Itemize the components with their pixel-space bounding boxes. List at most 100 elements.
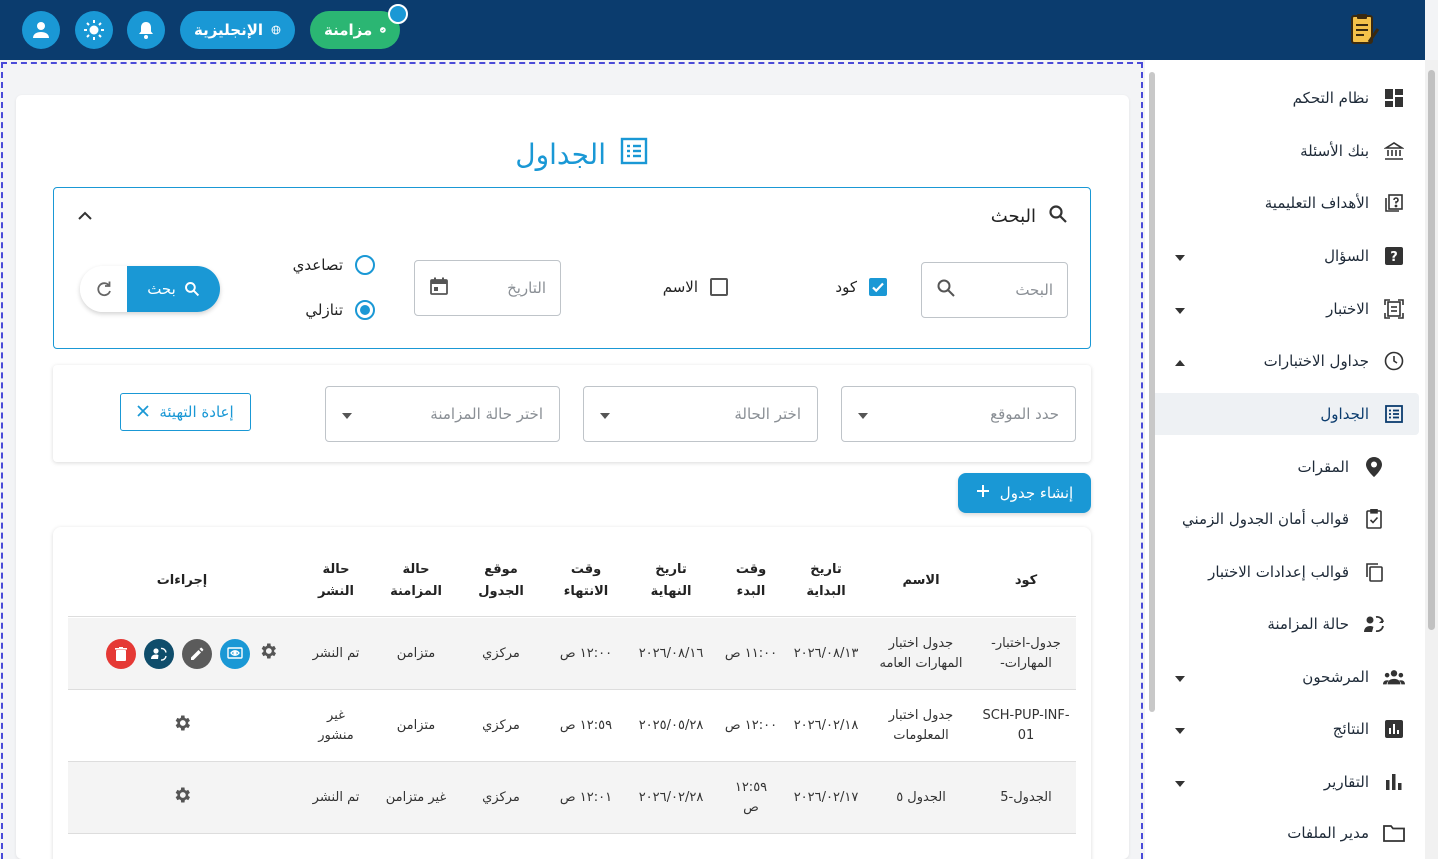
search-panel-header: البحث: [991, 204, 1068, 229]
sidebar-item-exam-settings-templates[interactable]: قوالب إعدادات الاختبار: [1165, 551, 1385, 593]
column-header-end-time[interactable]: وقت الانتهاء: [546, 545, 626, 617]
exam-logo-icon: [1345, 12, 1381, 48]
table-row[interactable]: SCH-PUP-INF-01 جدول اختبار المعلومات ٢٠٢…: [68, 690, 1076, 762]
name-checkbox[interactable]: الاسم: [663, 278, 728, 296]
location-select-placeholder: حدد الموقع: [990, 405, 1059, 423]
ascending-radio[interactable]: تصاعدي: [293, 255, 375, 275]
descending-radio[interactable]: تنازلي: [305, 300, 375, 320]
list-icon: [620, 137, 648, 172]
location-icon: [1363, 456, 1385, 478]
cell-start-date: ٢٠٢٦/٠٨/١٣: [793, 646, 859, 661]
sidebar-item-sync-status[interactable]: حالة المزامنة: [1165, 603, 1385, 645]
status-select[interactable]: اختر الحالة: [583, 386, 818, 442]
sync-button[interactable]: مزامنة: [310, 11, 400, 49]
sidebar-item-candidates[interactable]: المرشحون: [1165, 656, 1405, 698]
sidebar-item-file-manager[interactable]: مدير الملفات: [1165, 812, 1405, 854]
cell-sync-status: متزامن: [396, 718, 436, 733]
sidebar-item-label: المقرات: [1297, 458, 1349, 476]
search-button-label: بحث: [147, 280, 176, 298]
sidebar-item-exam-schedules[interactable]: جداول الاختبارات: [1165, 340, 1405, 382]
chevron-up-icon[interactable]: [78, 206, 92, 225]
code-checkbox[interactable]: كود: [835, 278, 887, 296]
main-scrollbar[interactable]: [1146, 62, 1158, 859]
column-header-publish-status[interactable]: حالة النشر: [296, 545, 376, 617]
cell-publish-status: تم النشر: [312, 646, 360, 661]
sidebar-item-schedule-security-templates[interactable]: قوالب أمان الجدول الزمني: [1165, 498, 1385, 540]
date-input[interactable]: التاريخ: [414, 260, 561, 316]
sidebar-item-label: الأهداف التعليمية: [1264, 194, 1369, 212]
cell-actions: [68, 618, 296, 690]
sidebar-item-label: قوالب أمان الجدول الزمني: [1182, 510, 1349, 528]
sidebar-item-results[interactable]: النتائج: [1165, 708, 1405, 750]
column-header-start-date[interactable]: تاريخ البداية: [786, 545, 866, 617]
folder-icon: [1383, 822, 1405, 844]
theme-toggle-button[interactable]: [75, 11, 113, 49]
search-button[interactable]: بحث: [127, 266, 220, 312]
column-header-start-time[interactable]: وقت البدء: [716, 545, 786, 617]
settings-gear-button[interactable]: [258, 641, 278, 668]
name-checkbox-label: الاسم: [662, 278, 698, 296]
plus-icon: [976, 484, 990, 502]
sidebar-item-question-bank[interactable]: بنك الأسئلة: [1165, 130, 1405, 172]
page-scrollbar[interactable]: [1425, 60, 1438, 859]
sync-button-label: مزامنة: [324, 21, 373, 39]
sidebar-item-label: السؤال: [1324, 247, 1369, 265]
top-bar: مزامنة الإنجليزية: [0, 0, 1425, 60]
notifications-button[interactable]: [127, 11, 165, 49]
code-checkbox-label: كود: [835, 278, 857, 296]
edit-button[interactable]: [182, 639, 212, 669]
sidebar-item-label: الاختبار: [1326, 300, 1369, 318]
sidebar-item-exam[interactable]: الاختبار: [1165, 288, 1405, 330]
question-icon: ?: [1383, 245, 1405, 267]
people-icon: [1383, 666, 1405, 688]
delete-button[interactable]: [106, 639, 136, 669]
language-button[interactable]: الإنجليزية: [180, 11, 295, 49]
sidebar-item-schedules[interactable]: الجداول: [1151, 393, 1419, 435]
assign-candidates-button[interactable]: [144, 639, 174, 669]
sidebar-item-locations[interactable]: المقرات: [1165, 446, 1385, 488]
sidebar-item-learning-objectives[interactable]: الأهداف التعليمية: [1165, 182, 1405, 224]
search-panel: البحث البحث كود الاسم التاريخ تصاعدي تنا…: [53, 187, 1091, 349]
search-icon: [936, 278, 956, 302]
gear-icon: [175, 787, 190, 802]
status-select-placeholder: اختر الحالة: [734, 405, 801, 423]
table-row[interactable]: جدول-اختبار-المهارات- جدول اختبار المهار…: [68, 618, 1076, 690]
language-button-label: الإنجليزية: [194, 21, 264, 39]
reset-button[interactable]: إعادة التهيئة: [120, 393, 251, 431]
settings-gear-button[interactable]: [172, 785, 192, 812]
table-row[interactable]: الجدول-5 الجدول ٥ ٢٠٢٦/٠٢/١٧ ١٢:٥٩ ص ٢٠٢…: [68, 762, 1076, 834]
cell-code: SCH-PUP-INF-01: [982, 708, 1070, 743]
sidebar-item-dashboard[interactable]: نظام التحكم: [1165, 77, 1405, 119]
bell-icon: [139, 22, 153, 39]
column-header-sync-status[interactable]: حالة المزامنة: [376, 545, 456, 617]
gear-icon: [261, 643, 276, 658]
caret-down-icon: [1175, 668, 1185, 686]
sidebar-item-question[interactable]: ? السؤال: [1165, 235, 1405, 277]
reset-button-label: إعادة التهيئة: [159, 403, 234, 421]
sync-status-select[interactable]: اختر حالة المزامنة: [325, 386, 560, 442]
cell-publish-status: تم النشر: [312, 790, 360, 805]
cell-end-date: ٢٠٢٦/٠٨/١٦: [638, 646, 704, 661]
column-header-location[interactable]: موقع الجدول: [456, 545, 546, 617]
cell-actions: [68, 690, 296, 762]
sidebar-item-label: جداول الاختبارات: [1263, 352, 1369, 370]
create-schedule-button[interactable]: إنشاء جدول: [958, 473, 1091, 513]
list-icon: [1383, 403, 1405, 425]
column-header-end-date[interactable]: تاريخ النهاية: [626, 545, 716, 617]
column-header-name[interactable]: الاسم: [866, 545, 976, 617]
pencil-icon: [191, 647, 204, 660]
sidebar-item-reports[interactable]: التقارير: [1165, 761, 1405, 803]
preview-button[interactable]: [220, 639, 250, 669]
search-input[interactable]: البحث: [921, 262, 1068, 318]
location-select[interactable]: حدد الموقع: [841, 386, 1076, 442]
filters-panel: حدد الموقع اختر الحالة اختر حالة المزامن…: [53, 365, 1091, 462]
column-header-code[interactable]: كود: [976, 545, 1076, 617]
caret-down-icon: [858, 405, 868, 423]
refresh-button[interactable]: [80, 266, 127, 312]
svg-text:?: ?: [1390, 250, 1398, 265]
settings-gear-button[interactable]: [172, 713, 192, 740]
cell-start-time: ١٢:٥٩ ص: [734, 780, 768, 815]
cell-start-date: ٢٠٢٦/٠٢/١٧: [793, 790, 859, 805]
user-profile-button[interactable]: [22, 11, 60, 49]
book-question-icon: [1383, 192, 1405, 214]
